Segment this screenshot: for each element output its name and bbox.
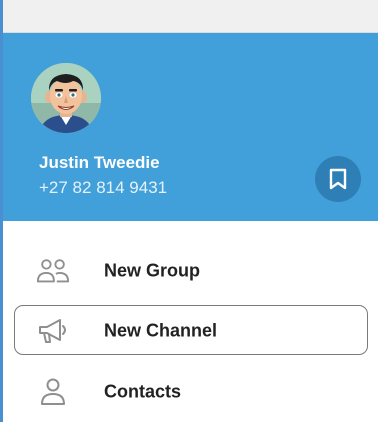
person-icon xyxy=(36,376,70,408)
menu-item-new-group[interactable]: New Group xyxy=(3,245,378,297)
title-bar xyxy=(0,0,378,33)
menu-item-label: Contacts xyxy=(104,381,182,402)
menu-item-new-channel[interactable]: New Channel xyxy=(3,305,378,357)
cartoon-avatar-icon xyxy=(31,63,101,133)
profile-name: Justin Tweedie xyxy=(39,153,160,172)
menu-item-contacts[interactable]: Contacts xyxy=(3,366,378,418)
bookmark-icon xyxy=(329,168,347,190)
saved-messages-button[interactable] xyxy=(315,156,361,202)
drawer-header: Justin Tweedie +27 82 814 9431 xyxy=(3,33,378,221)
group-icon xyxy=(36,255,70,287)
profile-phone: +27 82 814 9431 xyxy=(39,178,168,197)
avatar[interactable] xyxy=(31,63,101,133)
app-window: Justin Tweedie +27 82 814 9431 New Group xyxy=(0,0,378,422)
menu-item-label: New Channel xyxy=(104,320,218,341)
menu-item-label: New Group xyxy=(104,260,201,281)
megaphone-icon xyxy=(36,315,70,347)
